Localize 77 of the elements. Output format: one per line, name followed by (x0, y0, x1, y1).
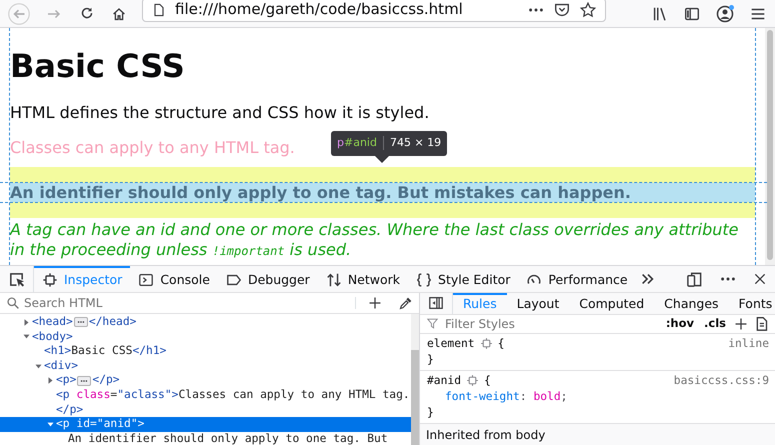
css-declaration[interactable]: font-weight: bold; (427, 388, 769, 405)
markup-text: <body> (32, 330, 73, 344)
devtools-tab[interactable]: Console (130, 266, 218, 292)
paragraph: HTML defines the structure and CSS how it is styled. (10, 102, 430, 122)
markup-text: <head> (32, 315, 73, 330)
css-selector: element (427, 336, 475, 352)
devtools-tab[interactable]: Debugger (218, 266, 318, 292)
pseudo-toggle[interactable]: :hov (664, 315, 696, 332)
markup-node[interactable]: <div> (0, 358, 411, 374)
selector-label: p#anid (337, 135, 377, 151)
element-picker-icon[interactable] (8, 270, 25, 288)
overflow-chevron-icon[interactable] (640, 271, 656, 287)
markup-text: </p> (56, 402, 84, 418)
markup-node[interactable]: <p> </p> (0, 373, 411, 388)
highlight-icon[interactable] (480, 337, 493, 350)
ellipsis-badge[interactable] (74, 317, 88, 328)
document-icon[interactable] (754, 316, 769, 332)
search-field[interactable]: Search HTML (24, 294, 343, 312)
scrollbar[interactable] (411, 314, 419, 445)
highlight-icon[interactable] (466, 374, 480, 388)
css-selector: #anid (427, 372, 462, 389)
collapsed-arrow-icon[interactable] (22, 318, 30, 327)
paragraph: Classes can apply to any HTML tag. (10, 138, 295, 158)
star-icon[interactable] (579, 0, 597, 18)
markup-node[interactable]: An identifier should only apply to one tag. But (0, 432, 411, 445)
markup-node[interactable]: </p> (0, 402, 411, 418)
eyedropper-icon[interactable] (398, 296, 413, 310)
sidebar-tab[interactable]: Changes (654, 293, 729, 314)
plus-icon[interactable] (734, 316, 748, 331)
braces-icon (416, 272, 432, 288)
ellipsis-badge[interactable] (77, 376, 92, 386)
inspector-icon (42, 272, 58, 288)
account-icon[interactable] (715, 4, 735, 24)
close-icon[interactable] (753, 272, 767, 286)
markup-text: <div> (44, 358, 78, 374)
section-header: Inherited from body (420, 424, 775, 445)
arrows-icon (326, 272, 342, 288)
source-link[interactable]: inline (728, 336, 769, 352)
brace: } (427, 352, 434, 366)
markup-text: </head> (88, 315, 136, 330)
expanded-arrow-icon[interactable] (46, 420, 54, 429)
markup-text: <p id="anid"> (56, 417, 144, 432)
brace: { (484, 372, 491, 389)
size-label: 745 × 19 (390, 135, 442, 151)
markup-text: An identifier should only apply to one tag. But (68, 432, 388, 445)
markup-text: </p> (92, 373, 120, 388)
markup-node[interactable]: <h1>Basic CSS</h1> (0, 344, 411, 359)
brace: { (498, 336, 504, 352)
url-text: file:///home/gareth/code/basiccss.html (175, 0, 464, 20)
paragraph: A tag can have an id and one or more classes. Where the last class overrides any attribute in the proceeding unless !important is used. (10, 220, 740, 259)
markup-text: <p> (56, 373, 76, 388)
search-icon (6, 296, 20, 310)
responsive-icon[interactable] (686, 270, 703, 288)
plus-icon[interactable] (368, 296, 382, 310)
devtools-tab[interactable]: Performance (518, 266, 636, 292)
tag-icon (226, 272, 242, 288)
scrollbar[interactable] (765, 28, 775, 265)
devtools-tab[interactable]: Network (318, 266, 408, 292)
expanded-arrow-icon[interactable] (34, 362, 42, 371)
markup-text: <h1>Basic CSS</h1> (44, 344, 166, 359)
console-icon (138, 272, 154, 288)
address-bar[interactable]: file:///home/gareth/code/basiccss.html (142, 0, 606, 22)
source-link[interactable]: basiccss.css:9 (674, 372, 769, 389)
devtools-tab[interactable]: Style Editor (408, 266, 518, 292)
markup-node[interactable]: <body> (0, 330, 411, 344)
page-heading: Basic CSS (10, 48, 186, 85)
markup-node[interactable]: <head> </head> (0, 315, 411, 330)
filter-icon (426, 317, 439, 330)
sidebar-toggle-icon[interactable] (428, 295, 444, 312)
collapsed-arrow-icon[interactable] (46, 376, 54, 386)
brace: } (427, 406, 434, 419)
pseudo-toggle[interactable]: .cls (702, 315, 728, 332)
filter-field[interactable]: Filter Styles (445, 314, 658, 333)
sidebar-tab[interactable]: Fonts (728, 293, 775, 314)
markup-node[interactable]: <p id="anid"> (0, 417, 411, 432)
sidebar-tab[interactable]: Computed (569, 293, 654, 314)
sidebar-tab[interactable]: Layout (506, 293, 570, 314)
